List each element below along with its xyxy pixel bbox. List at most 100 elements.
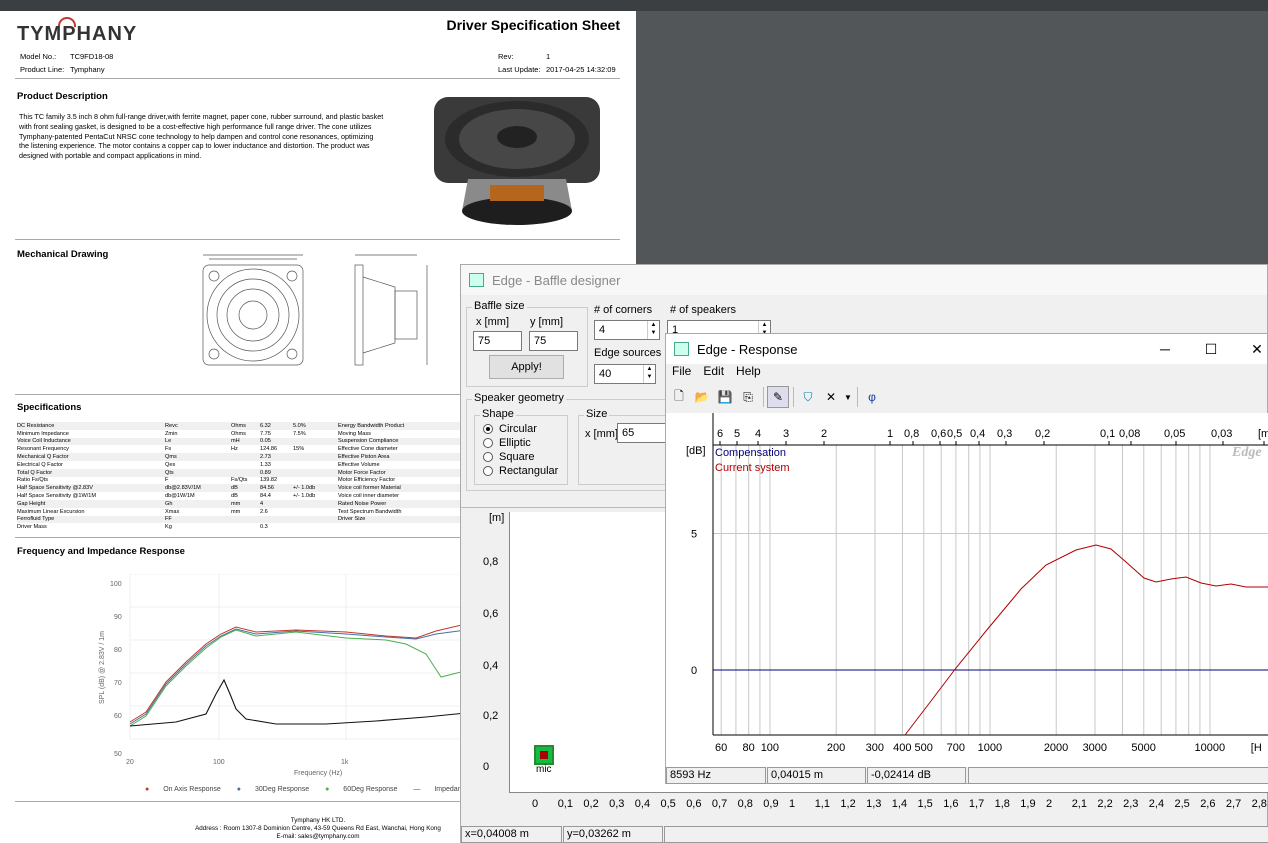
menu-file[interactable]: File [666,364,697,382]
baffle-xtick: 1 [789,798,796,810]
fr-xtick: 20 [126,759,134,766]
spec-cell: dB [231,493,238,500]
spec-cell: Rated Noise Power [338,499,478,508]
edge-sources-spinner[interactable]: 40 ▲ ▼ [594,364,656,384]
baffle-titlebar[interactable]: Edge - Baffle designer [461,265,1267,295]
baffle-xtick: 2,6 [1200,798,1216,810]
menu-help[interactable]: Help [730,364,767,382]
toolbar: 🗋 📂 💾 ⎘ ✎ ⛉ ✕ ▼ φ [666,384,884,410]
spec-cell: 7.5% [293,430,306,437]
open-icon[interactable]: 📂 [691,386,713,408]
status-level: -0,02414 dB [867,767,966,784]
sx-label: x [mm] [585,428,618,440]
speaker-x-input[interactable]: 65 [617,423,667,443]
baffle-ytick: 0,4 [483,660,499,672]
save-icon[interactable]: 💾 [714,386,736,408]
spec-cell [293,477,338,485]
edge-sources-label: Edge sources [594,347,662,359]
spec-cell: Suspension Compliance [338,437,478,446]
close-icon[interactable]: ✕ [1234,334,1268,364]
spec-cell [231,523,260,531]
shape-elliptic-radio[interactable]: Elliptic [483,437,531,449]
fr-legend: ● On Axis Response ● 30Deg Response ● 60Deg… [145,786,476,793]
baffle-y-input[interactable]: 75 [529,331,578,351]
spec-cell: Le [165,437,231,446]
baffle-xtick: 0 [532,798,539,810]
response-top-tick: 2 [821,428,827,440]
response-xtick: 500 [914,742,932,754]
shape-square-radio[interactable]: Square [483,451,534,463]
spec-cell: db@2.83V/1M [165,484,231,493]
baffle-xtick: 0,1 [557,798,573,810]
baffle-xtick: 0,8 [737,798,753,810]
spec-cell: Motor Force Factor [338,468,478,477]
spec-row: DC Resistance Revc Ohms 6.32 5.0% Energy Band… [17,422,478,430]
speakers-label: # of speakers [670,304,737,316]
spec-cell: Ferrofluid Type [17,515,165,524]
response-top-tick: 0,5 [947,428,962,440]
spec-cell: mm [231,499,260,508]
pen-icon[interactable]: ✎ [767,386,789,408]
spec-cell: Half Space Sensitivity @1W/1M [17,493,97,500]
spec-cell [338,523,478,531]
minimize-icon[interactable]: ─ [1142,334,1188,364]
baffle-size-label: Baffle size [472,300,527,312]
bell-icon[interactable]: ⛉ [797,386,819,408]
response-top-tick: 0,03 [1211,428,1232,440]
response-xtick: 400 [893,742,911,754]
apply-button[interactable]: Apply! [489,355,564,379]
fr-ytick: 90 [114,614,122,621]
spec-cell: Moving Mass [338,430,371,437]
response-top-tick: 0,6 [931,428,946,440]
baffle-x-input[interactable]: 75 [473,331,522,351]
copy-icon[interactable]: ⎘ [737,386,759,408]
spec-row: Ferrofluid Type FF Driver Size [17,515,478,524]
mic-label: mic [536,764,552,775]
spin-arrows-icon[interactable]: ▲▼ [643,365,655,383]
phase-icon[interactable]: φ [861,386,883,408]
spec-table: DC Resistance Revc Ohms 6.32 5.0% Energy Band… [17,422,478,531]
response-top-tick: 0,08 [1119,428,1140,440]
divider [15,78,620,79]
spec-cell: Mechanical Q Factor [17,453,165,461]
new-icon[interactable]: 🗋 [668,386,690,408]
y-mm-label: y [mm] [530,316,563,328]
baffle-xtick: 1,7 [968,798,985,810]
spec-cell: 1.33 [260,461,271,468]
spec-cell: Ohms [231,422,260,430]
spin-arrows-icon[interactable]: ▲▼ [647,321,659,339]
fr-xlabel: Frequency (Hz) [294,770,342,777]
menu-edit[interactable]: Edit [697,364,730,382]
spec-cell: Effective Cone diameter [338,446,398,453]
delete-icon[interactable]: ✕ [820,386,842,408]
speaker-marker-icon[interactable] [534,745,554,765]
spec-cell [293,453,338,461]
tymphany-logo: TYMPHANY [17,23,138,45]
status-y: y=0,03262 m [563,826,663,843]
radio-label: Rectangular [499,465,559,477]
x-mm-label: x [mm] [476,316,509,328]
baffle-xtick: 1,8 [994,798,1010,810]
shape-rectangular-radio[interactable]: Rectangular [483,465,558,477]
baffle-xtick: 2,4 [1148,798,1165,810]
spec-cell: 2.73 [260,453,293,461]
shape-circular-radio[interactable]: Circular [483,423,537,435]
spec-cell: Hz [231,446,238,453]
baffle-ytick: 0 [483,761,490,773]
db-unit-label: [dB] [686,445,706,457]
baffle-xtick: 2,1 [1071,798,1087,810]
baffle-xtick: 1,5 [917,798,933,810]
response-xtick: 200 [827,742,845,754]
response-title: Edge - Response [697,341,798,357]
fr-ytick: 70 [114,680,122,687]
response-top-tick: 0,2 [1035,428,1050,440]
chevron-down-icon[interactable]: ▼ [843,386,853,408]
response-xtick: 100 [761,742,779,754]
maximize-icon[interactable]: ☐ [1188,334,1234,364]
corners-spinner[interactable]: 4 ▲ ▼ [594,320,660,340]
response-top-tick: 0,4 [970,428,985,440]
response-xtick: 80 [742,742,754,754]
spec-cell [260,515,293,524]
desc-heading: Product Description [17,91,108,102]
spec-row: Half Space Sensitivity @2.83V db@2.83V/1M… [17,484,478,493]
